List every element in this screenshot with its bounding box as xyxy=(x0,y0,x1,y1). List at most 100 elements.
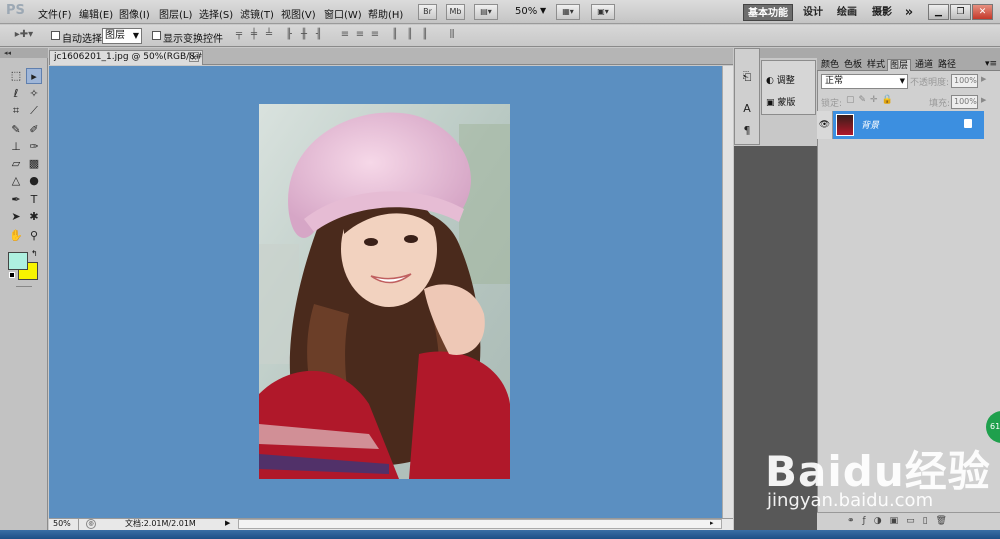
default-colors-icon[interactable] xyxy=(9,272,15,278)
layer-name[interactable]: 背景 xyxy=(861,118,879,131)
layers-panel-collapse-bar[interactable] xyxy=(817,48,1000,57)
tab-channels[interactable]: 通道 xyxy=(913,59,935,71)
auto-select-checkbox[interactable] xyxy=(51,31,60,40)
lock-icon xyxy=(964,119,972,128)
tab-swatches[interactable]: 色板 xyxy=(842,59,864,71)
tab-color[interactable]: 颜色 xyxy=(819,59,841,71)
clone-stamp-tool-icon[interactable]: ⊥ xyxy=(8,139,24,155)
character-panel-icon[interactable]: A xyxy=(739,101,755,117)
move-tool-icon[interactable]: ▸ xyxy=(26,68,42,84)
blur-tool-icon[interactable]: △ xyxy=(8,173,24,189)
screen-mode-icon[interactable]: ▣▾ xyxy=(591,4,615,20)
zoom-level-menu[interactable]: 50% xyxy=(515,6,537,17)
horizontal-scrollbar[interactable] xyxy=(238,519,722,529)
layer-footer-icons[interactable]: ⚭ƒ◑▣▭▯🗑 xyxy=(847,516,955,526)
chevron-down-icon: ▼ xyxy=(132,31,139,40)
menu-layer[interactable]: 图层(L) xyxy=(159,6,192,21)
status-menu-arrow-icon[interactable]: ▶ xyxy=(225,519,230,527)
arrange-documents-icon[interactable]: ▦▾ xyxy=(556,4,580,20)
panel-menu-icon[interactable]: ▾≡ xyxy=(985,59,997,69)
crop-tool-icon[interactable]: ⌗ xyxy=(8,103,24,119)
status-preview-icon[interactable]: ◎ xyxy=(86,519,96,529)
align-top-icon[interactable]: ╤ xyxy=(233,29,245,41)
windows-taskbar xyxy=(0,530,1000,539)
gradient-tool-icon[interactable]: ▩ xyxy=(26,156,42,172)
menu-window[interactable]: 窗口(W) xyxy=(324,6,362,21)
align-vcenter-icon[interactable]: ╪ xyxy=(248,29,260,41)
vertical-scrollbar[interactable] xyxy=(722,66,733,518)
align-right-icon[interactable]: ╢ xyxy=(313,29,325,41)
scroll-right-icon[interactable]: ▸ xyxy=(710,519,714,527)
distribute-vcenter-icon[interactable]: ≡ xyxy=(354,29,366,41)
tab-layers[interactable]: 图层 xyxy=(887,59,912,71)
lasso-tool-icon[interactable]: ℓ xyxy=(8,86,24,102)
align-left-icon[interactable]: ╟ xyxy=(283,29,295,41)
distribute-bottom-icon[interactable]: ≡ xyxy=(369,29,381,41)
show-transform-checkbox[interactable] xyxy=(152,31,161,40)
fill-input[interactable]: 100% xyxy=(951,95,978,109)
auto-align-icon[interactable]: ⫼ xyxy=(446,29,458,41)
tools-panel-collapse-icon[interactable]: ◂◂ xyxy=(0,48,48,58)
bridge-button[interactable]: Br xyxy=(418,4,437,20)
workspace-basic-button[interactable]: 基本功能 xyxy=(743,4,793,21)
menu-view[interactable]: 视图(V) xyxy=(281,6,316,21)
mini-bridge-button[interactable]: Mb xyxy=(446,4,465,20)
minimize-icon[interactable]: ▁ xyxy=(928,4,949,20)
menu-filter[interactable]: 滤镜(T) xyxy=(240,6,274,21)
workspace-photography-button[interactable]: 摄影 xyxy=(871,4,893,21)
distribute-right-icon[interactable]: ║ xyxy=(419,29,431,41)
zoom-tool-icon[interactable]: ⚲ xyxy=(26,228,42,244)
workspace-design-button[interactable]: 设计 xyxy=(800,4,826,21)
eraser-tool-icon[interactable]: ▱ xyxy=(8,156,24,172)
brush-tool-icon[interactable]: ✐ xyxy=(26,122,42,138)
opacity-input[interactable]: 100% xyxy=(951,74,978,88)
menu-image[interactable]: 图像(I) xyxy=(119,6,150,21)
dodge-tool-icon[interactable]: ● xyxy=(26,173,42,189)
swap-colors-icon[interactable]: ↰ xyxy=(31,249,38,258)
path-select-tool-icon[interactable]: ➤ xyxy=(8,209,24,225)
masks-label[interactable]: 蒙版 xyxy=(777,98,795,108)
align-hcenter-icon[interactable]: ╫ xyxy=(298,29,310,41)
menu-file[interactable]: 文件(F) xyxy=(38,6,72,21)
shape-tool-icon[interactable]: ✱ xyxy=(26,209,42,225)
workspace-painting-button[interactable]: 绘画 xyxy=(836,4,858,21)
zoom-field[interactable]: 50% xyxy=(49,518,79,530)
fill-arrow-icon[interactable]: ▶ xyxy=(981,96,986,104)
menu-edit[interactable]: 编辑(E) xyxy=(79,6,113,21)
tab-paths[interactable]: 路径 xyxy=(936,59,958,71)
lock-options-icon[interactable]: ▢✎✛🔒 xyxy=(846,95,897,105)
close-icon[interactable]: ✕ xyxy=(972,4,993,20)
healing-brush-tool-icon[interactable]: ✎ xyxy=(8,122,24,138)
menu-help[interactable]: 帮助(H) xyxy=(368,6,403,21)
paragraph-panel-icon[interactable]: ¶ xyxy=(739,123,755,139)
opacity-arrow-icon[interactable]: ▶ xyxy=(981,75,986,83)
align-bottom-icon[interactable]: ╧ xyxy=(263,29,275,41)
pen-tool-icon[interactable]: ✒ xyxy=(8,192,24,208)
masks-icon[interactable]: ▣ xyxy=(766,98,775,108)
ps-logo: PS xyxy=(6,3,25,18)
menu-select[interactable]: 选择(S) xyxy=(199,6,233,21)
quick-select-tool-icon[interactable]: ✧ xyxy=(26,86,42,102)
view-extras-icon[interactable]: ▤▾ xyxy=(474,4,498,20)
close-tab-icon[interactable]: × xyxy=(189,52,199,62)
distribute-left-icon[interactable]: ║ xyxy=(389,29,401,41)
eye-icon[interactable]: 👁 xyxy=(817,111,833,139)
blend-mode-select[interactable]: 正常 ▼ xyxy=(821,74,908,89)
hand-tool-icon[interactable]: ✋ xyxy=(8,228,24,244)
adjustments-label[interactable]: 调整 xyxy=(777,76,795,86)
marquee-tool-icon[interactable]: ⬚ xyxy=(8,68,24,84)
history-panel-icon[interactable]: ⎗ xyxy=(739,69,755,85)
restore-icon[interactable]: ❐ xyxy=(950,4,971,20)
history-brush-tool-icon[interactable]: ✑ xyxy=(26,139,42,155)
distribute-hcenter-icon[interactable]: ║ xyxy=(404,29,416,41)
more-workspaces-button[interactable]: » xyxy=(901,4,917,21)
adjustments-icon[interactable]: ◐ xyxy=(766,76,774,86)
type-tool-icon[interactable]: T xyxy=(26,192,42,208)
distribute-top-icon[interactable]: ≡ xyxy=(339,29,351,41)
auto-select-target-select[interactable]: 图层 ▼ xyxy=(102,28,142,44)
tab-styles[interactable]: 样式 xyxy=(865,59,887,71)
foreground-color-swatch[interactable] xyxy=(8,252,28,270)
document-tab[interactable]: jc1606201_1.jpg @ 50%(RGB/8#) × xyxy=(49,50,203,65)
move-tool-preset-icon[interactable]: ▸✚▾ xyxy=(14,29,34,41)
eyedropper-tool-icon[interactable]: ⟋ xyxy=(26,103,42,119)
